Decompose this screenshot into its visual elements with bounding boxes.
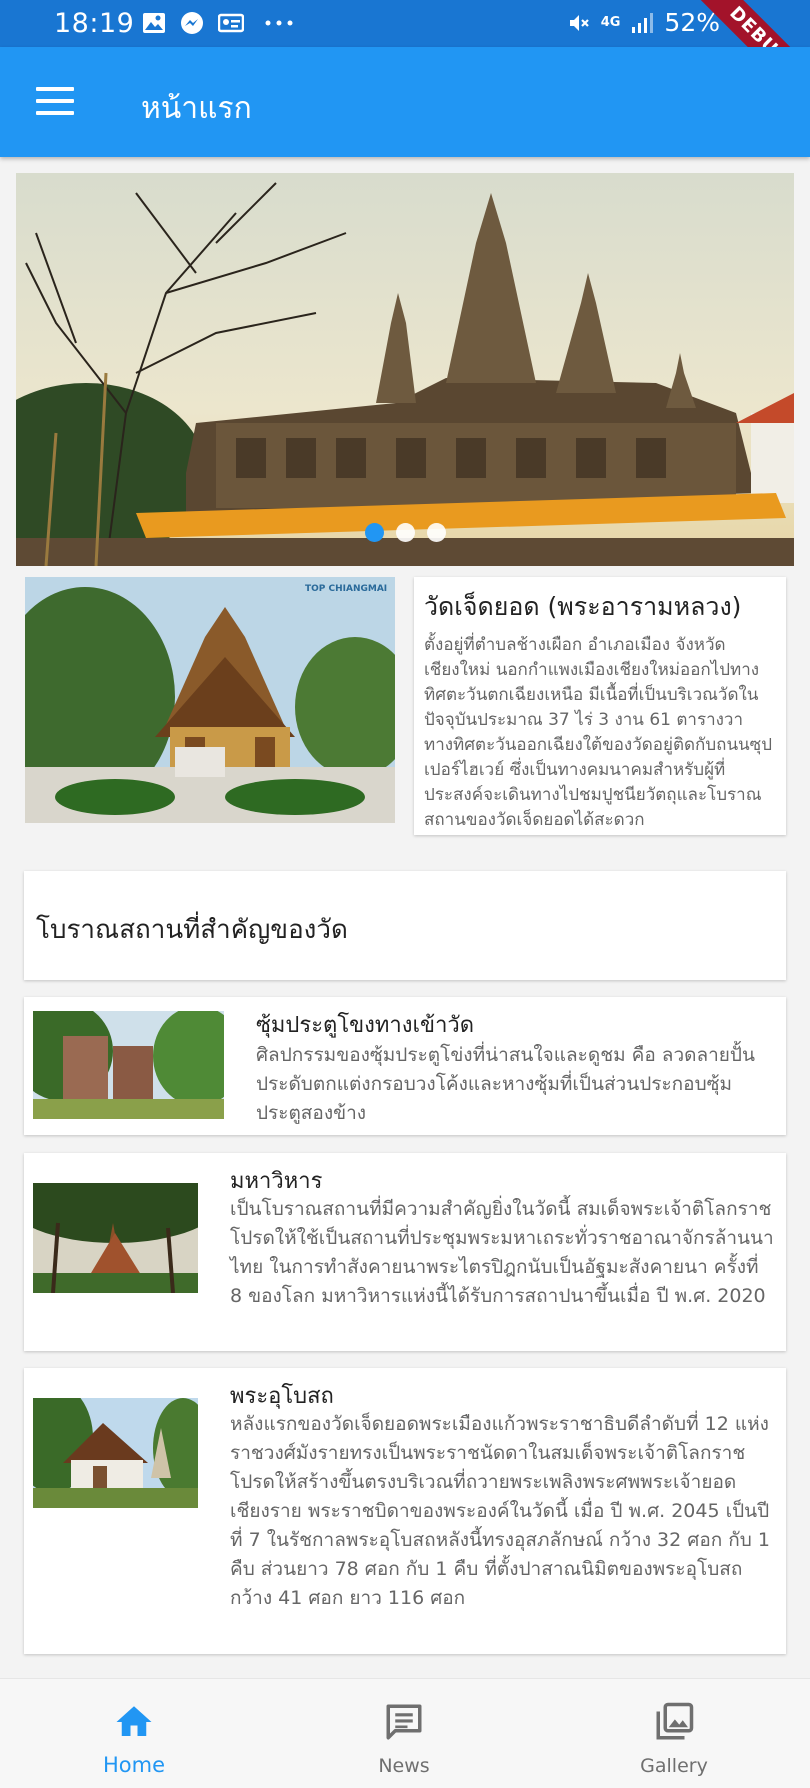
battery-level: 52%: [664, 8, 720, 37]
feature-card[interactable]: วัดเจ็ดยอด (พระอารามหลวง) ตั้งอยู่ที่ตำบ…: [414, 577, 786, 835]
signal-icon: [630, 11, 654, 35]
carousel-dot[interactable]: [364, 523, 384, 542]
bottom-navigation: Home News Gallery: [0, 1678, 810, 1788]
messenger-icon: [180, 11, 204, 35]
nav-news-label: News: [378, 1755, 430, 1777]
home-icon: [113, 1701, 155, 1743]
place-description: ศิลปกรรมของซุ้มประตูโข่งที่น่าสนใจและดูช…: [256, 1044, 755, 1124]
feature-description: ตั้งอยู่ที่ตำบลช้างเผือก อำเภอเมือง จังห…: [424, 635, 773, 830]
status-right: 4G 52%: [567, 8, 720, 37]
news-icon: [383, 1701, 425, 1743]
place-title: พระอุโบสถ: [230, 1384, 334, 1409]
feature-title: วัดเจ็ดยอด (พระอารามหลวง): [424, 592, 742, 621]
place-title: มหาวิหาร: [230, 1169, 323, 1194]
id-icon: [217, 11, 245, 35]
page-title: หน้าแรก: [141, 91, 252, 126]
svg-text:TOP CHIANGMAI: TOP CHIANGMAI: [305, 584, 387, 594]
carousel-dot[interactable]: [395, 523, 415, 542]
image-icon: [142, 11, 166, 35]
nav-news[interactable]: News: [324, 1679, 484, 1788]
place-thumbnail: [33, 1183, 198, 1293]
place-thumbnail: [33, 1398, 198, 1508]
nav-gallery-label: Gallery: [640, 1755, 708, 1777]
image-carousel[interactable]: [16, 173, 794, 566]
place-card[interactable]: ซุ้มประตูโขงทางเข้าวัด ศิลปกรรมของซุ้มปร…: [24, 997, 786, 1135]
gallery-icon: [653, 1701, 695, 1743]
place-description: เป็นโบราณสถานที่มีความสำคัญยิ่งในวัดนี้ …: [230, 1198, 774, 1307]
status-bar: 18:19 4G 52%: [0, 0, 810, 47]
carousel-indicator[interactable]: [16, 523, 794, 542]
hamburger-menu-icon[interactable]: [36, 87, 74, 117]
section-title: โบราณสถานที่สำคัญของวัด: [36, 915, 348, 945]
place-card[interactable]: พระอุโบสถ หลังแรกของวัดเจ็ดยอดพระเมืองแก…: [24, 1368, 786, 1654]
place-thumbnail: [33, 1011, 224, 1119]
more-dots-icon: [264, 11, 294, 35]
app-bar: หน้าแรก: [0, 47, 810, 157]
network-type: 4G: [600, 15, 621, 30]
mute-icon: [567, 11, 591, 35]
place-title: ซุ้มประตูโขงทางเข้าวัด: [256, 1013, 475, 1038]
feature-image: TOP CHIANGMAI: [25, 577, 395, 823]
carousel-image-temple: [16, 173, 794, 566]
place-description: หลังแรกของวัดเจ็ดยอดพระเมืองแก้วพระราชาธ…: [230, 1413, 770, 1609]
carousel-dot[interactable]: [426, 523, 446, 542]
section-header: โบราณสถานที่สำคัญของวัด: [24, 871, 786, 980]
nav-home-label: Home: [102, 1753, 165, 1777]
nav-gallery[interactable]: Gallery: [594, 1679, 754, 1788]
place-card[interactable]: มหาวิหาร เป็นโบราณสถานที่มีความสำคัญยิ่ง…: [24, 1153, 786, 1351]
nav-home[interactable]: Home: [54, 1679, 214, 1788]
status-time: 18:19: [54, 8, 135, 39]
